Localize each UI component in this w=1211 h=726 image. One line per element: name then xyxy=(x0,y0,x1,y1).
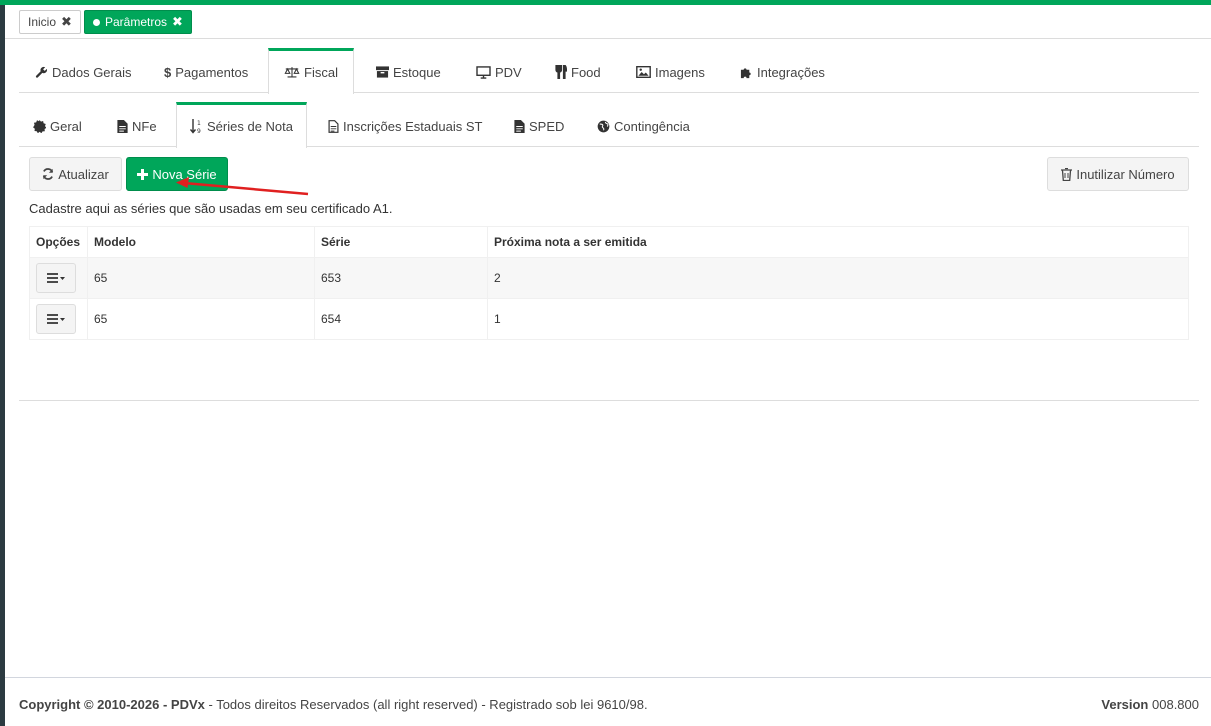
tab-label: Food xyxy=(571,64,601,80)
close-icon[interactable]: ✖ xyxy=(172,11,183,33)
void-number-button[interactable]: Inutilizar Número xyxy=(1047,157,1189,191)
tab-geral[interactable]: Geral xyxy=(33,102,82,147)
tab-label: Integrações xyxy=(757,64,825,80)
file-icon xyxy=(514,119,525,133)
tab-label: Dados Gerais xyxy=(52,64,132,80)
series-description: Cadastre aqui as séries que são usadas e… xyxy=(29,201,393,216)
copyright-prefix: Copyright © 2010-2026 - xyxy=(19,697,171,712)
tab-series-de-nota[interactable]: 19 Séries de Nota xyxy=(176,102,307,148)
serie-cell: 654 xyxy=(314,298,488,340)
tab-label: Pagamentos xyxy=(175,64,249,80)
tab-dados-gerais[interactable]: Dados Gerais xyxy=(35,48,131,93)
tab-label: Séries de Nota xyxy=(207,119,293,134)
annotation-arrow xyxy=(176,177,309,196)
refresh-icon xyxy=(43,168,54,180)
archive-icon xyxy=(376,66,389,78)
serie-cell: 653 xyxy=(314,257,488,299)
version-info: Version 008.800 xyxy=(1101,697,1199,712)
sidebar-edge xyxy=(0,5,5,726)
globe-icon xyxy=(597,120,610,132)
sub-tabs: Geral NFe 19 Séries de Nota Inscrições E… xyxy=(19,102,1199,148)
proxima-nota-cell: 2 xyxy=(487,257,1189,299)
page-tab-label: Parâmetros xyxy=(105,15,168,29)
options-cell xyxy=(29,257,88,299)
tab-label: Contingência xyxy=(614,118,690,134)
brand-name: PDVx xyxy=(170,697,205,712)
close-icon[interactable]: ✖ xyxy=(61,11,72,33)
void-number-label: Inutilizar Número xyxy=(1076,166,1175,182)
version-label: Version xyxy=(1101,697,1149,712)
options-cell xyxy=(29,298,88,340)
tab-integracoes[interactable]: Integrações xyxy=(740,48,825,93)
row-options-button[interactable] xyxy=(36,263,76,293)
row-options-button[interactable] xyxy=(36,304,76,334)
tab-estoque[interactable]: Estoque xyxy=(376,48,441,93)
table-row: 65 654 1 xyxy=(29,298,1189,340)
menu-caret-icon xyxy=(47,314,65,324)
page-tabbar: Inicio ✖ Parâmetros ✖ xyxy=(5,5,1211,39)
file-text-icon xyxy=(328,119,339,133)
tab-pagamentos[interactable]: $ Pagamentos xyxy=(164,48,248,93)
tab-imagens[interactable]: Imagens xyxy=(636,48,705,93)
tab-label: Fiscal xyxy=(304,65,338,80)
tab-label: NFe xyxy=(132,118,157,134)
balance-scale-icon xyxy=(284,67,300,78)
refresh-button[interactable]: Atualizar xyxy=(29,157,122,191)
tab-food[interactable]: Food xyxy=(555,48,601,93)
modelo-cell: 65 xyxy=(87,257,315,299)
series-table: Opções Modelo Série Próxima nota a ser e… xyxy=(29,226,1189,340)
svg-text:9: 9 xyxy=(197,128,201,134)
tab-label: SPED xyxy=(529,118,565,134)
page-tab-inicio[interactable]: Inicio ✖ xyxy=(19,10,81,34)
table-header-row: Opções Modelo Série Próxima nota a ser e… xyxy=(29,226,1189,258)
active-dot-icon xyxy=(93,18,100,26)
column-header-serie: Série xyxy=(314,226,488,258)
tab-contingencia[interactable]: Contingência xyxy=(597,102,690,147)
tab-label: PDV xyxy=(495,64,522,80)
tab-label: Inscrições Estaduais ST xyxy=(343,118,483,134)
dollar-icon: $ xyxy=(164,64,172,80)
tab-nfe[interactable]: NFe xyxy=(117,102,157,147)
column-header-opcoes: Opções xyxy=(29,226,88,258)
monitor-icon xyxy=(476,65,491,79)
certificate-icon xyxy=(33,119,46,133)
page-tab-parametros[interactable]: Parâmetros ✖ xyxy=(84,10,192,34)
version-number: 008.800 xyxy=(1152,697,1199,712)
menu-caret-icon xyxy=(47,273,65,283)
content-divider xyxy=(19,400,1199,401)
tab-label: Geral xyxy=(50,118,82,134)
svg-text:1: 1 xyxy=(197,120,201,127)
copyright-suffix: - Todos direitos Reservados (all right r… xyxy=(204,697,648,712)
tab-sped[interactable]: SPED xyxy=(514,102,564,147)
table-row: 65 653 2 xyxy=(29,257,1189,299)
image-icon xyxy=(636,66,651,78)
modelo-cell: 65 xyxy=(87,298,315,340)
refresh-label: Atualizar xyxy=(58,166,109,182)
page-tab-label: Inicio xyxy=(28,15,57,29)
sort-numeric-icon: 19 xyxy=(190,119,201,134)
footer: Copyright © 2010-2026 - PDVx - Todos dir… xyxy=(5,677,1211,726)
main-tabs: Dados Gerais $ Pagamentos Fiscal Estoque… xyxy=(19,48,1199,94)
tab-label: Estoque xyxy=(393,64,441,80)
tab-pdv[interactable]: PDV xyxy=(476,48,522,93)
tab-inscricoes-estaduais-st[interactable]: Inscrições Estaduais ST xyxy=(328,102,482,147)
file-icon xyxy=(117,119,128,133)
tab-fiscal[interactable]: Fiscal xyxy=(268,48,354,94)
column-header-proxima-nota: Próxima nota a ser emitida xyxy=(487,226,1189,258)
puzzle-icon xyxy=(740,67,751,78)
tab-label: Imagens xyxy=(655,64,705,80)
column-header-modelo: Modelo xyxy=(87,226,315,258)
proxima-nota-cell: 1 xyxy=(487,298,1189,340)
wrench-icon xyxy=(35,66,47,78)
cutlery-icon xyxy=(555,65,567,79)
trash-icon xyxy=(1061,167,1073,181)
copyright-text: Copyright © 2010-2026 - PDVx - Todos dir… xyxy=(19,697,648,712)
plus-icon xyxy=(137,168,149,180)
